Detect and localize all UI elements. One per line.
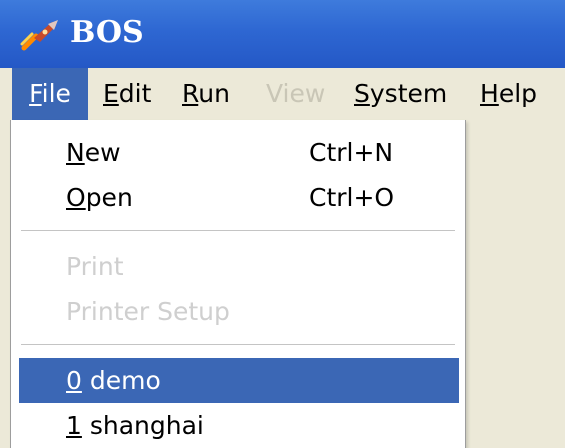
menu-item-recent-1[interactable]: 1 shanghai [11, 403, 459, 448]
menu-run-mnemonic: R [182, 79, 199, 108]
menu-system-mnemonic: S [354, 79, 370, 108]
menu-help[interactable]: Help [480, 68, 537, 120]
menu-view[interactable]: View [266, 68, 325, 120]
menu-edit-mnemonic: E [103, 79, 119, 108]
menu-edit[interactable]: Edit [103, 68, 151, 120]
menu-item-recent-0[interactable]: 0 demo [19, 358, 459, 403]
menu-item-recent-1-mnemonic: 1 [66, 411, 82, 440]
menu-item-open-label: Open [66, 175, 133, 220]
rocket-app-icon [20, 20, 58, 51]
menu-item-new-shortcut: Ctrl+N [309, 138, 394, 167]
menu-item-recent-0-mnemonic: 0 [66, 366, 82, 395]
menu-item-new-mnemonic: N [66, 138, 85, 167]
menu-item-new-text: ew [84, 138, 121, 167]
menu-item-open-mnemonic: O [66, 183, 86, 212]
menu-item-open-shortcut: Ctrl+O [309, 183, 395, 212]
menu-item-printer-setup[interactable]: Printer Setup [11, 289, 459, 334]
menu-item-print-label: Print [66, 252, 124, 281]
menu-help-mnemonic: H [480, 79, 499, 108]
menu-separator [21, 344, 455, 346]
menu-item-new-label: New [66, 130, 121, 175]
menu-item-new[interactable]: New Ctrl+N [11, 130, 459, 175]
menu-item-open[interactable]: Open Ctrl+O [11, 175, 459, 220]
menu-view-label: View [266, 79, 326, 108]
menu-bar: File Edit Run View System Help [0, 68, 565, 120]
menu-item-open-text: pen [85, 183, 133, 212]
window-title: BOS [70, 15, 144, 50]
menu-edit-label: dit [118, 79, 152, 108]
menu-item-printer-setup-label: Printer Setup [66, 297, 230, 326]
menu-file-label: ile [41, 79, 71, 108]
menu-separator [21, 230, 455, 232]
menu-help-label: elp [498, 79, 538, 108]
menu-item-recent-1-label: 1 shanghai [66, 403, 204, 448]
app-window: BOS File Edit Run View System Help New C… [0, 0, 565, 448]
menu-item-recent-0-label: 0 demo [66, 358, 161, 403]
menu-file[interactable]: File [12, 68, 88, 120]
title-bar[interactable]: BOS [0, 0, 565, 68]
menu-item-print[interactable]: Print [11, 244, 459, 289]
menu-item-recent-0-text: demo [81, 366, 161, 395]
menu-run[interactable]: Run [182, 68, 230, 120]
menu-file-mnemonic: F [29, 79, 42, 108]
menu-system-label: ystem [369, 79, 448, 108]
menu-system[interactable]: System [354, 68, 447, 120]
menu-run-label: un [198, 79, 230, 108]
file-menu-dropdown: New Ctrl+N Open Ctrl+O Print Printer Set… [10, 120, 466, 448]
menu-item-recent-1-text: shanghai [81, 411, 204, 440]
